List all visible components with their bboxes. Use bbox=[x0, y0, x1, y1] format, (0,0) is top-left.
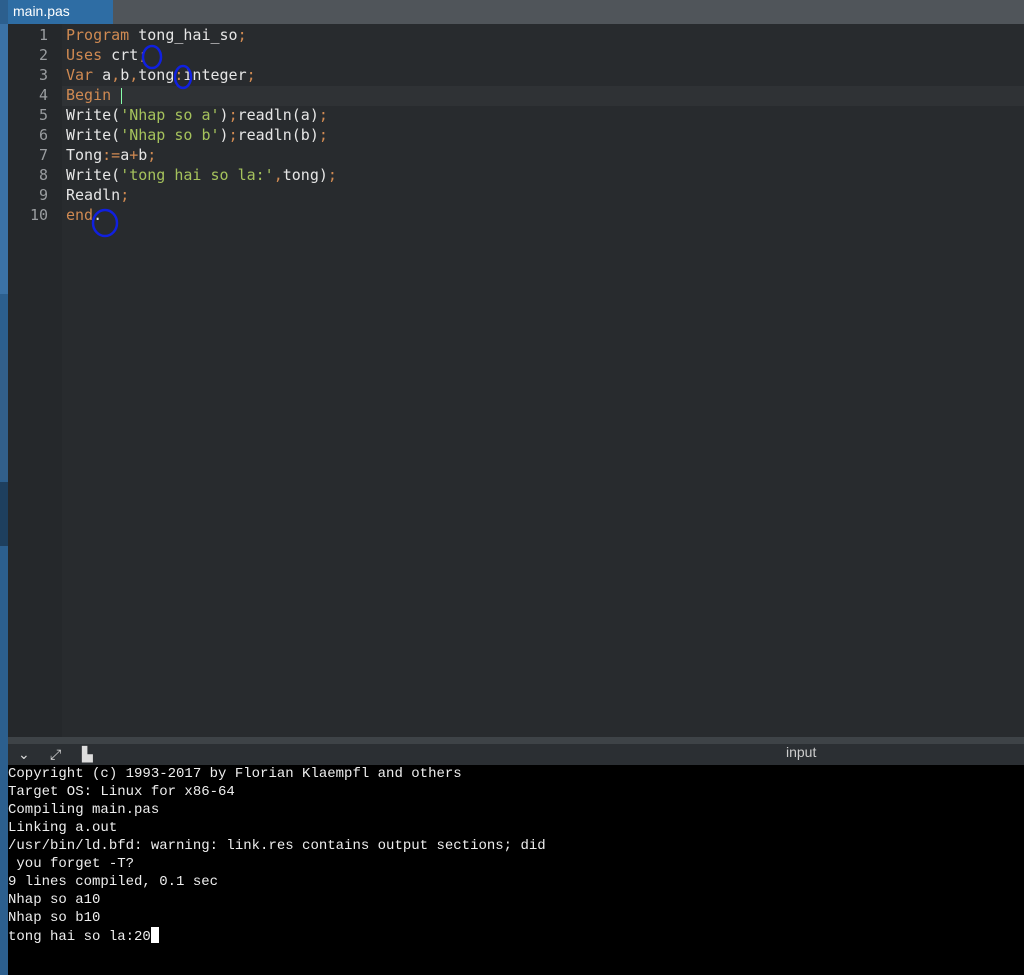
terminal-line-text: Target OS: Linux for x86-64 bbox=[8, 784, 235, 800]
code-token: ; bbox=[318, 126, 328, 144]
line-number: 4 bbox=[38, 86, 48, 104]
code-token: Write( bbox=[66, 106, 121, 124]
code-token: Program bbox=[66, 26, 139, 44]
terminal-line: Copyright (c) 1993-2017 by Florian Klaem… bbox=[8, 765, 462, 783]
terminal-line: tong hai so la:20 bbox=[8, 927, 159, 946]
clipboard-icon[interactable]: ▙ bbox=[82, 746, 93, 763]
active-line-highlight bbox=[62, 86, 1024, 106]
terminal-line-text: Nhap so a10 bbox=[8, 892, 101, 908]
code-line[interactable]: Write('Nhap so a');readln(a); bbox=[66, 105, 328, 125]
code-token: 'Nhap so a' bbox=[120, 106, 220, 124]
terminal-line: you forget -T? bbox=[8, 855, 134, 873]
code-token: 'Nhap so b' bbox=[120, 126, 220, 144]
terminal-line-text: Compiling main.pas bbox=[8, 802, 160, 818]
code-token: Tong bbox=[66, 146, 103, 164]
code-token: . bbox=[93, 206, 103, 224]
terminal-line-text: 9 lines compiled, 0.1 sec bbox=[8, 874, 219, 890]
terminal-output[interactable]: Copyright (c) 1993-2017 by Florian Klaem… bbox=[8, 765, 1024, 975]
code-token: ; bbox=[246, 66, 256, 84]
line-number: 7 bbox=[38, 146, 48, 164]
terminal-line: 9 lines compiled, 0.1 sec bbox=[8, 873, 218, 891]
code-token: end bbox=[66, 206, 94, 224]
terminal-line: Nhap so b10 bbox=[8, 909, 100, 927]
code-token: ; bbox=[327, 166, 337, 184]
terminal-line-text: tong hai so la:20 bbox=[8, 929, 151, 945]
tab-bar: main.pas bbox=[8, 0, 1024, 24]
code-token: , bbox=[273, 166, 283, 184]
terminal-line-text: Copyright (c) 1993-2017 by Florian Klaem… bbox=[8, 766, 462, 782]
terminal-line: Compiling main.pas bbox=[8, 801, 159, 819]
code-token: tong bbox=[138, 66, 175, 84]
code-token: readln(b) bbox=[237, 126, 319, 144]
code-token: ; bbox=[228, 106, 238, 124]
code-token: Uses bbox=[66, 46, 112, 64]
code-token: + bbox=[129, 146, 139, 164]
code-line[interactable]: Tong:=a+b; bbox=[66, 145, 156, 165]
code-line[interactable]: Write('tong hai so la:',tong); bbox=[66, 165, 337, 185]
line-number: 10 bbox=[29, 206, 48, 224]
code-token: ; bbox=[237, 26, 247, 44]
code-token: ; bbox=[228, 126, 238, 144]
code-line[interactable]: Readln; bbox=[66, 185, 129, 205]
code-line[interactable]: end. bbox=[66, 205, 102, 225]
terminal-line-text: Nhap so b10 bbox=[8, 910, 101, 926]
code-token: ; bbox=[318, 106, 328, 124]
code-token: Begin bbox=[66, 86, 112, 104]
terminal-line-text: /usr/bin/ld.bfd: warning: link.res conta… bbox=[8, 838, 546, 854]
line-number: 1 bbox=[38, 26, 48, 44]
terminal-line-text: Linking a.out bbox=[8, 820, 118, 836]
code-token: ) bbox=[219, 126, 229, 144]
chevron-down-icon[interactable]: ⌄ bbox=[18, 746, 30, 763]
code-line[interactable]: Program tong_hai_so; bbox=[66, 25, 247, 45]
input-label[interactable]: input bbox=[786, 744, 816, 760]
line-number: 5 bbox=[38, 106, 48, 124]
output-toolbar: ⌄ ⤢ ▙ input bbox=[8, 744, 1024, 765]
text-cursor bbox=[121, 88, 122, 104]
code-token: b bbox=[120, 66, 130, 84]
terminal-line: Nhap so a10 bbox=[8, 891, 100, 909]
code-token: , bbox=[129, 66, 139, 84]
code-token: tong) bbox=[282, 166, 328, 184]
code-token: Write( bbox=[66, 166, 121, 184]
code-token: tong_hai_so bbox=[138, 26, 238, 44]
code-token: ) bbox=[219, 106, 229, 124]
terminal-line: Target OS: Linux for x86-64 bbox=[8, 783, 235, 801]
code-token: 'tong hai so la:' bbox=[120, 166, 274, 184]
code-token: , bbox=[111, 66, 121, 84]
code-token: a bbox=[120, 146, 130, 164]
line-number: 2 bbox=[38, 46, 48, 64]
code-token: crt bbox=[111, 46, 139, 64]
code-token: ; bbox=[147, 146, 157, 164]
terminal-line-text: you forget -T? bbox=[8, 856, 135, 872]
line-number: 3 bbox=[38, 66, 48, 84]
code-line[interactable]: Begin bbox=[66, 85, 111, 105]
code-line[interactable]: Var a,b,tong:integer; bbox=[66, 65, 256, 85]
code-token: Var bbox=[66, 66, 103, 84]
code-token: Write( bbox=[66, 126, 121, 144]
code-line[interactable]: Uses crt; bbox=[66, 45, 147, 65]
code-token: integer bbox=[183, 66, 247, 84]
code-editor[interactable]: 1 Program tong_hai_so; 2 Uses crt; 3 Var a,b,… bbox=[8, 24, 1024, 737]
code-token: ; bbox=[120, 186, 130, 204]
panel-resize-handle[interactable] bbox=[8, 737, 1024, 744]
code-token: ; bbox=[138, 46, 148, 64]
line-number: 6 bbox=[38, 126, 48, 144]
line-number: 9 bbox=[38, 186, 48, 204]
tab-main-pas[interactable]: main.pas bbox=[8, 0, 113, 24]
left-sidebar-strip bbox=[0, 0, 8, 975]
code-token: readln(a) bbox=[237, 106, 319, 124]
line-number: 8 bbox=[38, 166, 48, 184]
terminal-line: /usr/bin/ld.bfd: warning: link.res conta… bbox=[8, 837, 546, 855]
terminal-line: Linking a.out bbox=[8, 819, 117, 837]
expand-icon[interactable]: ⤢ bbox=[50, 746, 61, 763]
code-token: := bbox=[102, 146, 121, 164]
code-token: b bbox=[138, 146, 148, 164]
code-line[interactable]: Write('Nhap so b');readln(b); bbox=[66, 125, 328, 145]
code-token: a bbox=[102, 66, 112, 84]
terminal-cursor bbox=[150, 927, 159, 943]
code-token: Readln bbox=[66, 186, 121, 204]
